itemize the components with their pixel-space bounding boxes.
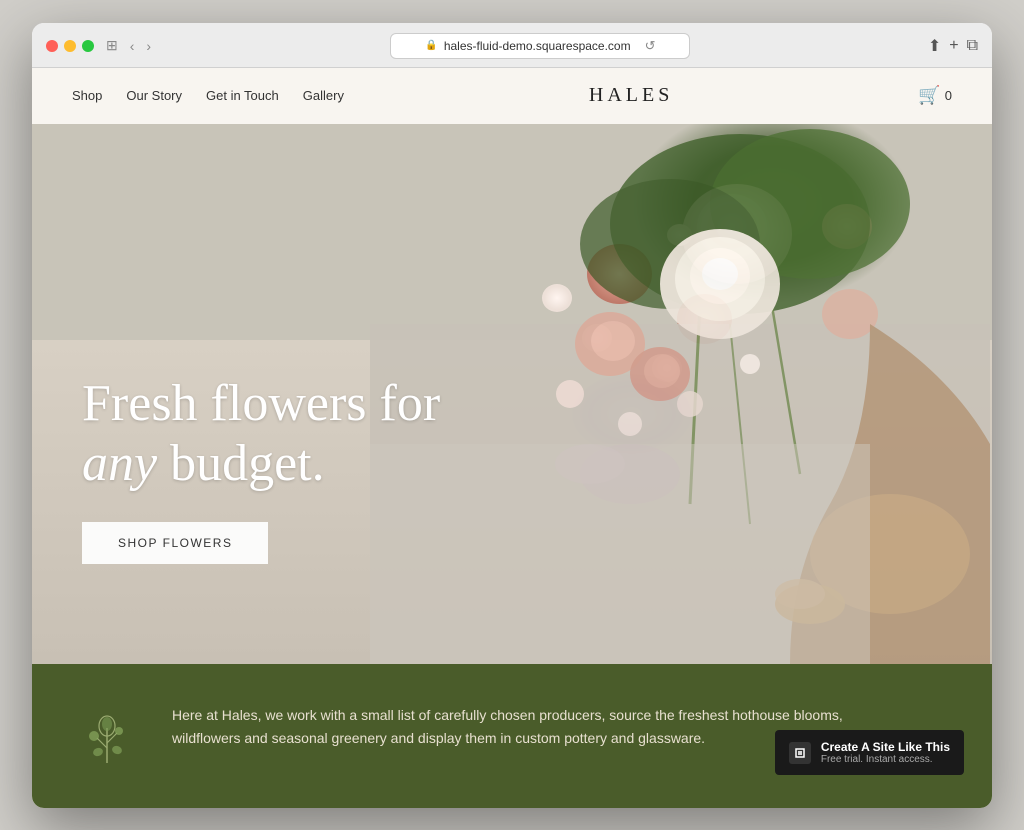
address-bar[interactable]: 🔒 hales-fluid-demo.squarespace.com ↺	[390, 33, 690, 59]
fullscreen-button[interactable]	[82, 40, 94, 52]
site-content: Shop Our Story Get in Touch Gallery HALE…	[32, 68, 992, 808]
nav-shop[interactable]: Shop	[72, 88, 102, 103]
hero-title-line1: Fresh flowers for	[82, 375, 440, 432]
floral-icon	[82, 708, 132, 768]
hero-content: Fresh flowers for any budget. Shop Flowe…	[82, 374, 440, 564]
close-button[interactable]	[46, 40, 58, 52]
forward-button[interactable]: ›	[144, 37, 153, 54]
url-text: hales-fluid-demo.squarespace.com	[444, 39, 631, 53]
minimize-button[interactable]	[64, 40, 76, 52]
shop-flowers-button[interactable]: Shop Flowers	[82, 522, 268, 564]
create-banner-subtitle: Free trial. Instant access.	[821, 754, 950, 765]
browser-nav-controls: ⊞ ‹ ›	[104, 37, 153, 54]
new-tab-button[interactable]: +	[949, 36, 958, 56]
nav-right: 🛒 0	[918, 85, 952, 106]
info-text: Here at Hales, we work with a small list…	[172, 704, 852, 752]
browser-window: ⊞ ‹ › 🔒 hales-fluid-demo.squarespace.com…	[32, 23, 992, 808]
lock-icon: 🔒	[425, 40, 437, 51]
hero-section: Fresh flowers for any budget. Shop Flowe…	[32, 124, 992, 664]
browser-actions: ⬆ + ⧉	[928, 36, 978, 56]
nav-gallery[interactable]: Gallery	[303, 88, 344, 103]
flower-svg-decoration	[368, 124, 992, 664]
cart-button[interactable]: 🛒 0	[918, 85, 952, 106]
nav-get-in-touch[interactable]: Get in Touch	[206, 88, 279, 103]
nav-left: Shop Our Story Get in Touch Gallery	[72, 88, 344, 103]
create-site-banner[interactable]: Create A Site Like This Free trial. Inst…	[775, 730, 964, 775]
traffic-lights	[46, 40, 94, 52]
squarespace-icon	[789, 742, 811, 764]
back-button[interactable]: ‹	[128, 37, 137, 54]
reload-button[interactable]: ↺	[645, 38, 656, 54]
address-bar-container: 🔒 hales-fluid-demo.squarespace.com ↺	[163, 33, 918, 59]
windows-button[interactable]: ⧉	[967, 36, 978, 56]
site-navigation: Shop Our Story Get in Touch Gallery HALE…	[32, 68, 992, 124]
brand-logo[interactable]: HALES	[589, 84, 673, 107]
create-banner-text: Create A Site Like This Free trial. Inst…	[821, 740, 950, 765]
share-button[interactable]: ⬆	[928, 36, 941, 56]
hero-title-rest: budget.	[157, 435, 325, 492]
browser-chrome: ⊞ ‹ › 🔒 hales-fluid-demo.squarespace.com…	[32, 23, 992, 68]
cart-icon: 🛒	[918, 85, 940, 106]
hero-title-italic: any	[82, 435, 157, 492]
create-banner-title: Create A Site Like This	[821, 740, 950, 754]
cart-count: 0	[945, 88, 952, 103]
nav-our-story[interactable]: Our Story	[126, 88, 182, 103]
tab-icon-button[interactable]: ⊞	[104, 37, 120, 54]
hero-title: Fresh flowers for any budget.	[82, 374, 440, 494]
